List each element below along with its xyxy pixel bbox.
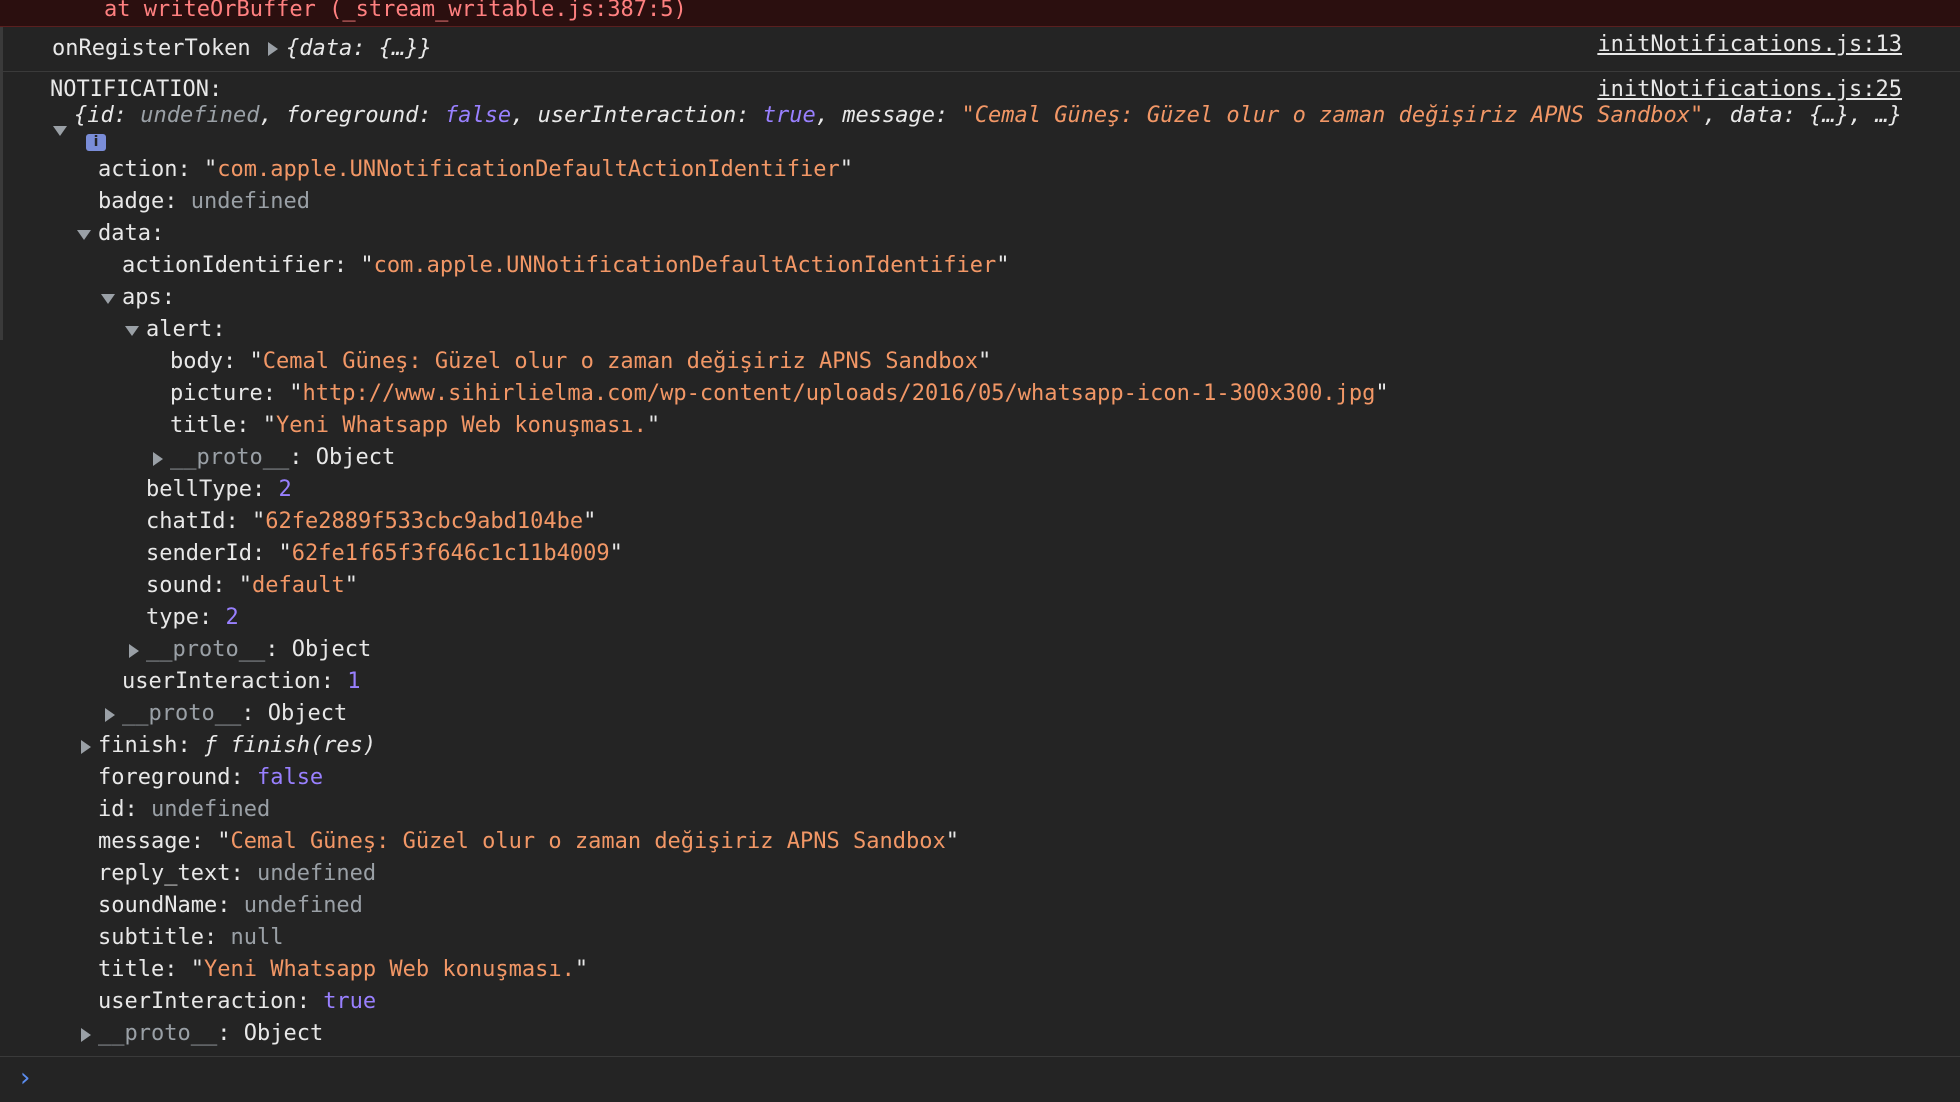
prop-chat-id: chatId: "62fe2889f533cbc9abd104be" [146, 509, 597, 534]
devtools-console: at writeOrBuffer (_stream_writable.js:38… [0, 0, 1960, 1102]
prop-title: title: "Yeni Whatsapp Web konuşması." [170, 413, 661, 438]
prop-user-interaction: userInteraction: true [98, 989, 377, 1014]
expand-triangle-icon[interactable] [129, 644, 139, 658]
prop-type: type: 2 [146, 605, 239, 630]
prop-sender-id: senderId: "62fe1f65f3f646c1c11b4009" [146, 541, 623, 566]
prop-sound: sound: "default" [146, 573, 358, 598]
prop-proto-data[interactable]: __proto__: Object [122, 698, 347, 730]
notification-preview[interactable]: {id: undefined, foreground: false, userI… [74, 100, 1902, 132]
register-token-label: onRegisterToken [52, 36, 251, 61]
collapse-triangle-icon[interactable] [77, 230, 91, 240]
error-stack-line: at writeOrBuffer (_stream_writable.js:38… [104, 0, 687, 22]
prop-title-root: title: "Yeni Whatsapp Web konuşması." [98, 957, 589, 982]
prompt-chevron-icon: › [20, 1063, 31, 1093]
collapse-triangle-icon[interactable] [101, 294, 115, 304]
expand-triangle-icon[interactable] [268, 42, 278, 56]
expand-triangle-icon[interactable] [81, 740, 91, 754]
prop-message: message: "Cemal Güneş: Güzel olur o zama… [98, 829, 959, 854]
prop-bell-type: bellType: 2 [146, 477, 292, 502]
console-input[interactable] [52, 1057, 1936, 1102]
source-link-initnotifications-13[interactable]: initNotifications.js:13 [1597, 29, 1902, 61]
prop-proto-alert[interactable]: __proto__: Object [170, 442, 395, 474]
prop-sound-name: soundName: undefined [98, 893, 363, 918]
prop-id: id: undefined [98, 797, 271, 822]
prop-data[interactable]: data: [98, 218, 164, 250]
expand-triangle-icon[interactable] [81, 1028, 91, 1042]
prop-subtitle: subtitle: null [98, 925, 284, 950]
prop-finish[interactable]: finish: ƒ finish(res) [98, 730, 376, 762]
console-prompt: › [0, 1056, 1960, 1102]
prop-proto-aps[interactable]: __proto__: Object [146, 634, 371, 666]
collapse-triangle-icon[interactable] [53, 126, 67, 136]
expand-triangle-icon[interactable] [153, 452, 163, 466]
register-token-preview[interactable]: {data: {…}} [286, 33, 432, 65]
prop-body: body: "Cemal Güneş: Güzel olur o zaman d… [170, 349, 992, 374]
prop-aps[interactable]: aps: [122, 282, 175, 314]
console-message-register-token: onRegisterToken {data: {…}} initNotifica… [0, 27, 1960, 72]
prop-action-identifier: actionIdentifier: "com.apple.UNNotificat… [122, 253, 1010, 278]
info-icon[interactable]: i [86, 134, 106, 151]
picture-link[interactable]: http://www.sihirlielma.com/wp-content/up… [302, 381, 1375, 406]
prop-picture: picture: "http://www.sihirlielma.com/wp-… [170, 381, 1389, 406]
prop-data-user-interaction: userInteraction: 1 [122, 669, 361, 694]
collapse-triangle-icon[interactable] [125, 326, 139, 336]
expand-triangle-icon[interactable] [105, 708, 115, 722]
prop-alert[interactable]: alert: [146, 314, 225, 346]
prop-proto-root[interactable]: __proto__: Object [98, 1018, 323, 1050]
prop-badge: badge: undefined [98, 189, 310, 214]
prop-foreground: foreground: false [98, 765, 324, 790]
prop-action: action: "com.apple.UNNotificationDefault… [98, 157, 854, 182]
error-message-row: at writeOrBuffer (_stream_writable.js:38… [0, 0, 1960, 27]
prop-reply-text: reply_text: undefined [98, 861, 377, 886]
